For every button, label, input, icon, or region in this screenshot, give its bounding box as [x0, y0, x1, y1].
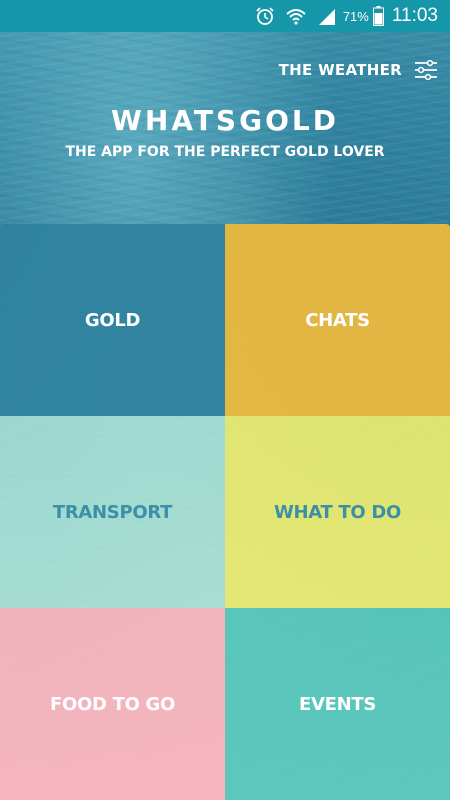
status-clock: 11:03: [391, 5, 438, 26]
tile-label: GOLD: [84, 309, 141, 331]
tile-gold[interactable]: GOLD: [0, 224, 225, 416]
header: THE WEATHER WHATSGOLD THE APP FOR THE PE…: [0, 32, 450, 224]
app-subtitle: THE APP FOR THE PERFECT GOLD LOVER: [65, 144, 385, 160]
weather-label: THE WEATHER: [278, 61, 402, 79]
tile-label: TRANSPORT: [52, 501, 173, 523]
wifi-icon: [285, 6, 307, 26]
app-screen: 71% 11:03 THE WEATHER WHATSGOLD THE APP …: [0, 0, 450, 800]
tile-what-to-do[interactable]: WHAT TO DO: [225, 416, 450, 608]
app-title: WHATSGOLD: [111, 104, 339, 137]
tile-events[interactable]: EVENTS: [225, 608, 450, 800]
tile-food-to-go[interactable]: FOOD TO GO: [0, 608, 225, 800]
tile-chats[interactable]: CHATS: [225, 224, 450, 416]
menu-grid: GOLD CHATS TRANSPORT WHAT TO DO FOOD TO …: [0, 224, 450, 800]
tile-transport[interactable]: TRANSPORT: [0, 416, 225, 608]
weather-button[interactable]: THE WEATHER: [278, 59, 438, 81]
alarm-icon: [255, 6, 275, 26]
status-bar: 71% 11:03: [0, 0, 450, 32]
tile-label: CHATS: [305, 309, 370, 331]
signal-icon: [317, 7, 337, 25]
sliders-icon[interactable]: [414, 59, 438, 81]
tile-label: EVENTS: [298, 693, 377, 715]
battery-icon: [372, 6, 384, 26]
tile-label: WHAT TO DO: [273, 501, 402, 523]
tile-label: FOOD TO GO: [49, 693, 176, 715]
battery-percentage: 71%: [342, 8, 369, 24]
